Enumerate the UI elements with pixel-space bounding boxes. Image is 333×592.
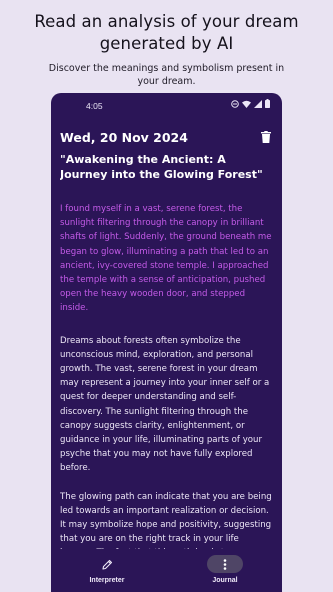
nav-interpreter-label: Interpreter	[89, 577, 125, 584]
nav-journal[interactable]: Journal	[180, 549, 270, 592]
wifi-icon	[242, 100, 251, 108]
signal-icon	[254, 99, 262, 108]
nav-journal-label: Journal	[212, 577, 238, 584]
dream-description: I found myself in a vast, serene forest,…	[60, 204, 272, 314]
dnd-icon	[231, 99, 239, 108]
dream-analysis: Dreams about forests often symbolize the…	[60, 334, 273, 549]
pencil-icon	[101, 559, 112, 570]
status-time: 4:05	[86, 101, 103, 111]
phone-screen: 4:05 Wed, 20 Nov 2024 "Awakening the Anc…	[51, 93, 282, 592]
entry-header: Wed, 20 Nov 2024	[51, 121, 282, 157]
dream-title: "Awakening the Ancient: A Journey into t…	[60, 153, 263, 181]
entry-content[interactable]: "Awakening the Ancient: A Journey into t…	[60, 153, 273, 549]
active-indicator	[207, 555, 243, 573]
entry-date: Wed, 20 Nov 2024	[60, 130, 188, 145]
status-bar: 4:05	[51, 93, 282, 119]
trash-icon	[261, 131, 271, 143]
nav-interpreter[interactable]: Interpreter	[62, 549, 152, 592]
status-icons	[231, 99, 270, 108]
analysis-paragraph: Dreams about forests often symbolize the…	[60, 335, 270, 474]
delete-button[interactable]	[259, 130, 273, 146]
battery-icon	[265, 99, 270, 108]
analysis-paragraph: The glowing path can indicate that you a…	[60, 491, 272, 549]
promo-subtitle: Discover the meanings and symbolism pres…	[48, 63, 285, 87]
bottom-navigation: Interpreter Journal	[51, 549, 282, 592]
promo-title: Read an analysis of your dream generated…	[34, 12, 299, 53]
more-vertical-icon	[223, 558, 227, 570]
